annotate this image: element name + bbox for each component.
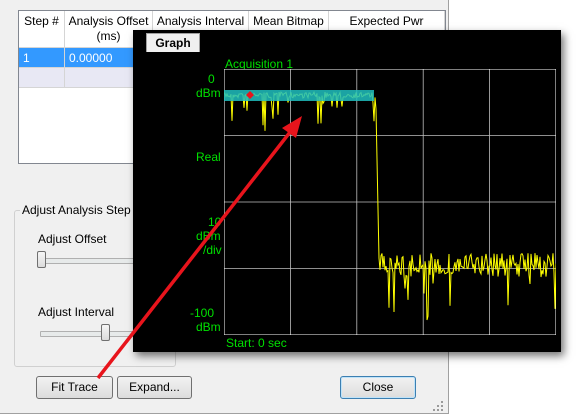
annotation-arrow-icon: [96, 116, 302, 380]
